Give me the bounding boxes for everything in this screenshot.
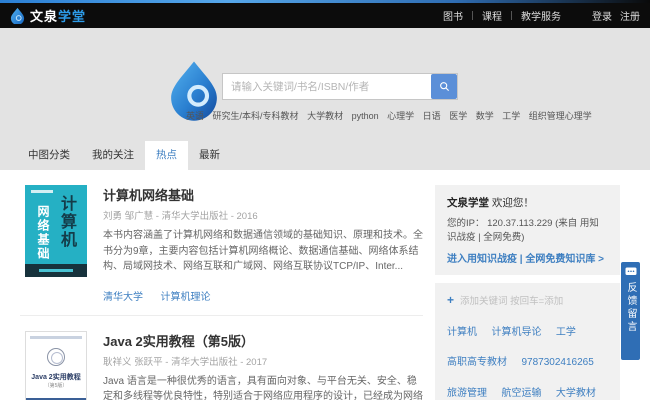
keyword-link[interactable]: 高职高专教材 [447, 357, 507, 368]
keyword-link[interactable]: 计算机导论 [491, 327, 541, 338]
hot-keyword-link[interactable]: 医学 [449, 111, 467, 121]
book-author-line: 刘勇 邹广慧 - 清华大学出版社 - 2016 [103, 208, 423, 222]
book-description: Java 语言是一种很优秀的语言，具有面向对象、与平台无关、安全、稳定和多线程等… [103, 374, 423, 400]
add-keyword-placeholder: 添加关键词 按回车=添加 [460, 293, 563, 307]
book-title[interactable]: Java 2实用教程（第5版） [103, 331, 423, 350]
book-tag-link[interactable]: 计算机理论 [160, 292, 210, 303]
keyword-links: 计算机 计算机导论 工学 高职高专教材 9787302416265 旅游管理 航… [447, 316, 608, 400]
comment-icon [625, 267, 637, 277]
drop-logo-icon [10, 7, 25, 24]
tab-hot[interactable]: 热点 [145, 141, 188, 170]
tab-newest[interactable]: 最新 [188, 141, 231, 170]
tab-clc-classification[interactable]: 中图分类 [17, 141, 81, 170]
hot-keyword-link[interactable]: 大学教材 [307, 111, 343, 121]
book-cover[interactable]: 计算机 网络基础 [25, 185, 87, 277]
hot-keyword-link[interactable]: 英语 [186, 111, 204, 121]
nav-teaching-services[interactable]: 教学服务 [512, 8, 570, 23]
cover-title-text: 计算机 [54, 195, 78, 249]
keyword-link[interactable]: 航空运输 [501, 388, 541, 399]
cover-title-text: Java 2实用教程 [26, 372, 86, 382]
keyword-link[interactable]: 9787302416265 [521, 357, 593, 368]
welcome-brand: 文泉学堂 [447, 197, 489, 209]
welcome-greeting: 欢迎您！ [489, 197, 534, 209]
keyword-link[interactable]: 计算机 [447, 327, 477, 338]
search-input[interactable] [222, 73, 458, 100]
login-link[interactable]: 登录 [592, 8, 612, 23]
hot-keyword-link[interactable]: 心理学 [387, 111, 414, 121]
hot-keyword-link[interactable]: python [352, 111, 379, 121]
cover-decor [25, 264, 87, 277]
feedback-label: 反馈留言 [623, 282, 638, 334]
search-icon [439, 81, 450, 92]
cover-decor [30, 336, 82, 339]
nav-books[interactable]: 图书 [434, 8, 472, 23]
tab-my-follows[interactable]: 我的关注 [81, 141, 145, 170]
hot-keyword-link[interactable]: 工学 [502, 111, 520, 121]
book-item: 计算机 网络基础 计算机网络基础 刘勇 邹广慧 - 清华大学出版社 - 2016… [20, 170, 423, 316]
brand-logo[interactable]: 文泉学堂 [10, 6, 86, 25]
ip-info: 您的IP： 120.37.113.229 (来自 用知识战疫 | 全网免费) [447, 215, 608, 243]
brand-name: 文泉学堂 [30, 6, 86, 25]
cover-decor [31, 190, 53, 193]
hot-keyword-link[interactable]: 日语 [423, 111, 441, 121]
hot-keyword-link[interactable]: 组织管理心理学 [529, 111, 592, 121]
free-library-link[interactable]: 进入用知识战疫 | 全网免费知识库 > [447, 250, 608, 265]
keyword-link[interactable]: 大学教材 [556, 388, 596, 399]
book-cover[interactable]: Java 2实用教程 （第5版） [25, 331, 87, 400]
cover-edition-text: （第5版） [26, 382, 86, 389]
search-button[interactable] [431, 74, 457, 99]
welcome-box: 文泉学堂 欢迎您！ 您的IP： 120.37.113.229 (来自 用知识战疫… [435, 185, 620, 275]
register-link[interactable]: 注册 [620, 8, 640, 23]
cover-title-text: 网络基础 [35, 205, 52, 261]
hot-keyword-link[interactable]: 数学 [476, 111, 494, 121]
add-keyword-input[interactable]: + 添加关键词 按回车=添加 [447, 293, 608, 307]
search-hero: 英语 研究生/本科/专科教材 大学教材 python 心理学 日语 医学 数学 … [0, 28, 650, 141]
cover-emblem [47, 348, 65, 366]
keyword-link[interactable]: 工学 [556, 327, 576, 338]
feedback-tab[interactable]: 反馈留言 [621, 262, 640, 360]
right-sidebar: 文泉学堂 欢迎您！ 您的IP： 120.37.113.229 (来自 用知识战疫… [435, 170, 620, 400]
keyword-link[interactable]: 旅游管理 [447, 388, 487, 399]
book-tags: 清华大学 计算机理论 [103, 287, 423, 305]
plus-icon: + [447, 293, 454, 307]
book-list: 计算机 网络基础 计算机网络基础 刘勇 邹广慧 - 清华大学出版社 - 2016… [20, 170, 423, 400]
category-tabbar: 中图分类 我的关注 热点 最新 [0, 141, 650, 170]
keyword-box: + 添加关键词 按回车=添加 计算机 计算机导论 工学 高职高专教材 97873… [435, 283, 620, 400]
book-title[interactable]: 计算机网络基础 [103, 185, 423, 204]
nav-courses[interactable]: 课程 [473, 8, 511, 23]
book-item: Java 2实用教程 （第5版） Java 2实用教程（第5版） 耿祥义 张跃平… [20, 316, 423, 400]
content-area: 计算机 网络基础 计算机网络基础 刘勇 邹广慧 - 清华大学出版社 - 2016… [0, 170, 650, 400]
book-author-line: 耿祥义 张跃平 - 清华大学出版社 - 2017 [103, 354, 423, 368]
book-tag-link[interactable]: 清华大学 [103, 292, 143, 303]
top-navbar: 文泉学堂 图书 课程 教学服务 登录 注册 [0, 3, 650, 28]
hot-keywords-row: 英语 研究生/本科/专科教材 大学教材 python 心理学 日语 医学 数学 … [186, 109, 598, 122]
hot-keyword-link[interactable]: 研究生/本科/专科教材 [213, 111, 299, 121]
book-description: 本书内容涵盖了计算机网络和数据通信领域的基础知识、原理和技术。全书分为9章，主要… [103, 228, 423, 275]
